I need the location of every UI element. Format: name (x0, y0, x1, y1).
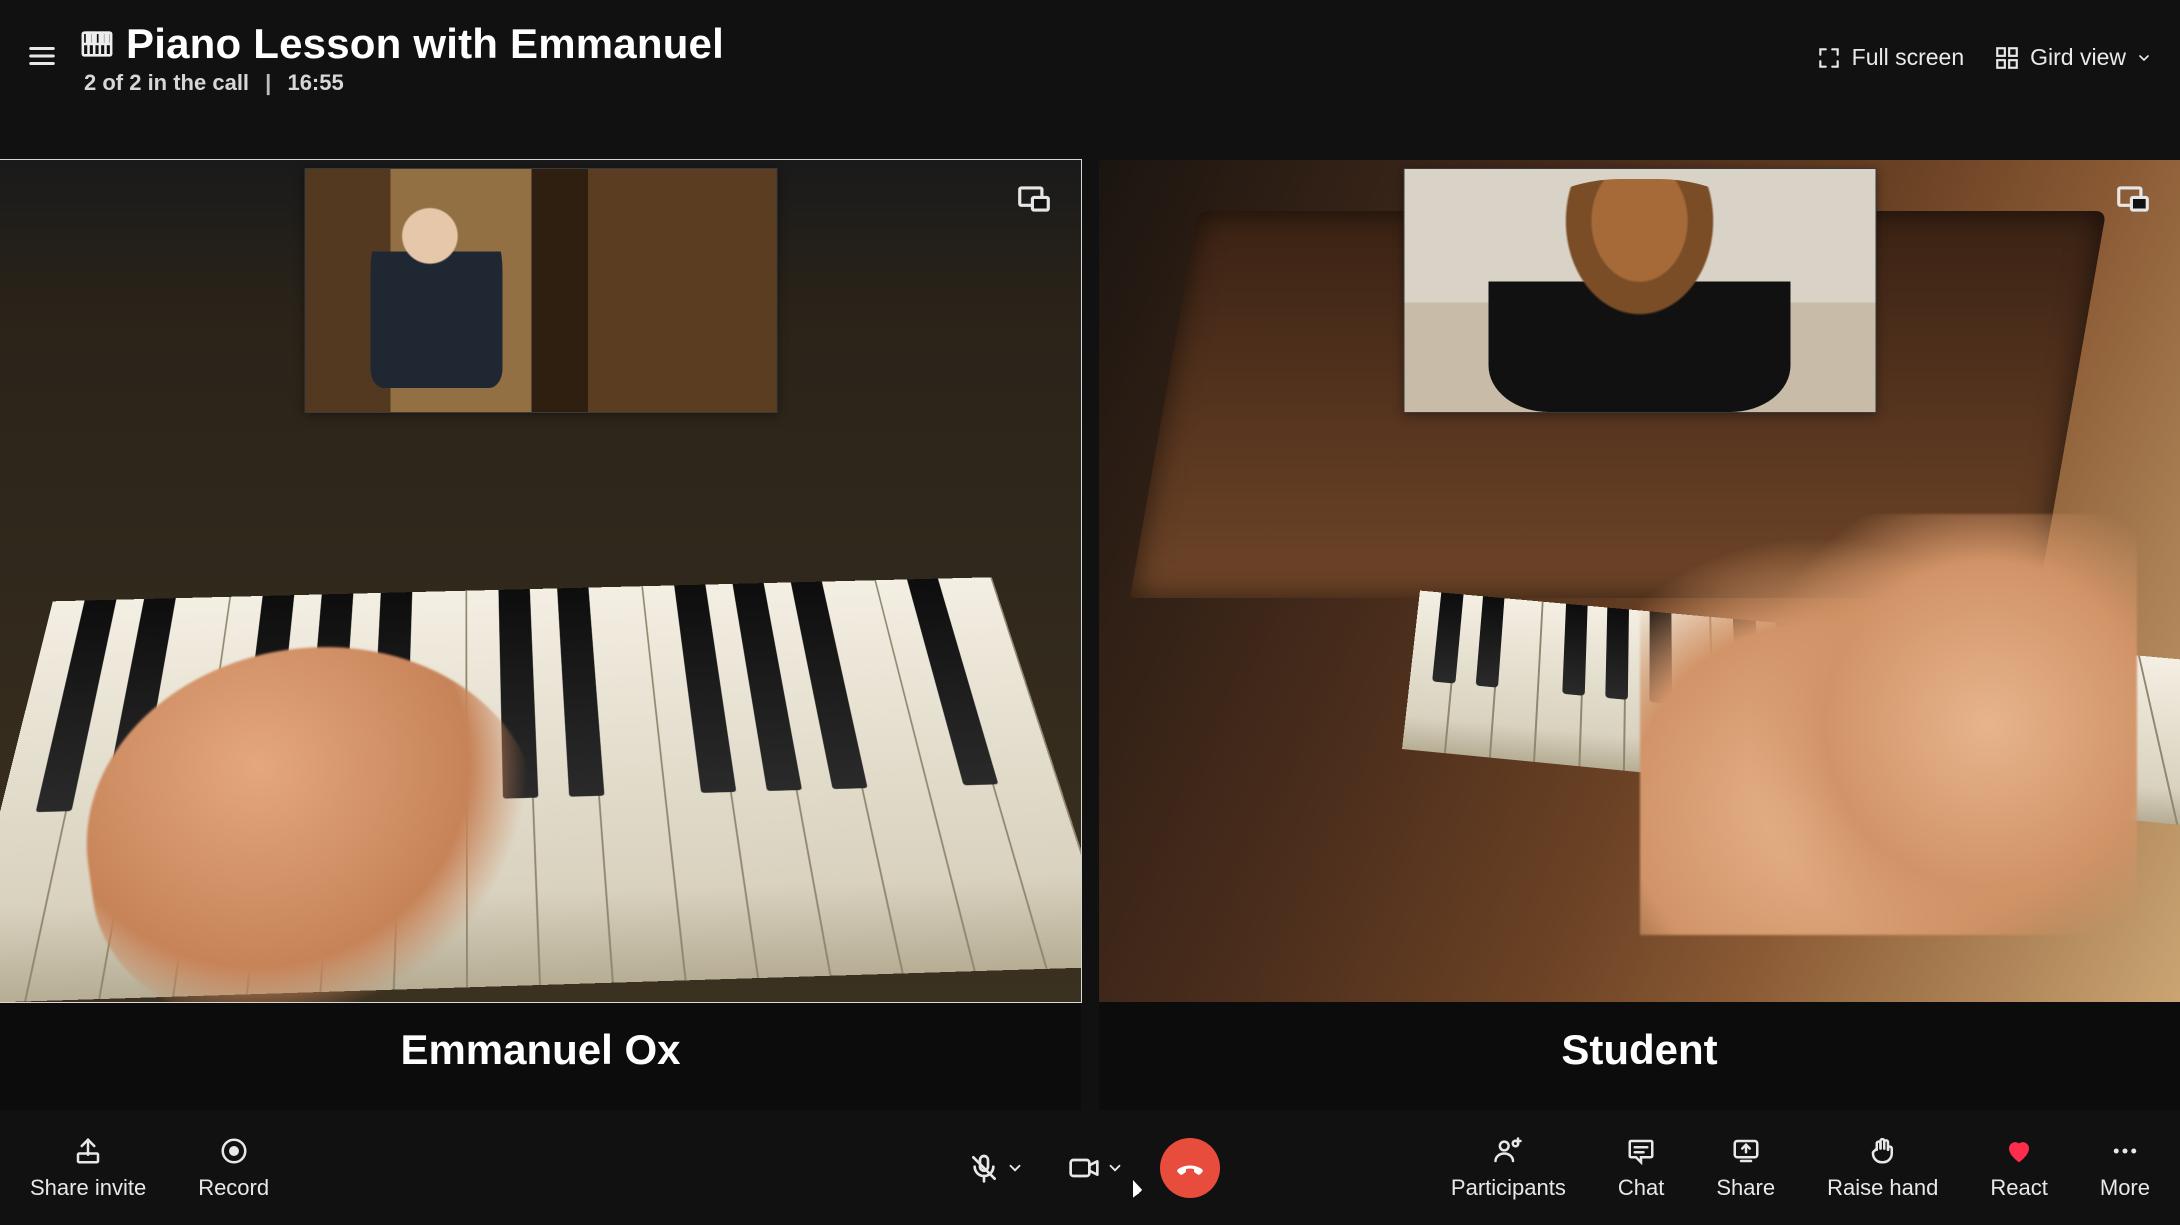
hamburger-icon (27, 41, 57, 71)
participant-name: Emmanuel Ox (0, 1002, 1081, 1110)
popout-icon (2114, 180, 2152, 218)
chat-label: Chat (1618, 1175, 1664, 1201)
header-actions: Full screen Gird view (1816, 44, 2152, 71)
camera-options-button[interactable] (1106, 1159, 1124, 1177)
raise-hand-button[interactable]: Raise hand (1827, 1135, 1938, 1201)
popout-button[interactable] (1015, 180, 1053, 218)
gridview-button[interactable]: Gird view (1994, 44, 2152, 71)
share-label: Share (1716, 1175, 1775, 1201)
record-button[interactable]: Record (198, 1135, 269, 1201)
camera-toggle-button[interactable] (1068, 1152, 1100, 1184)
mic-options-button[interactable] (1006, 1159, 1024, 1177)
participant-name: Student (1099, 1002, 2180, 1110)
call-duration: 16:55 (287, 70, 343, 95)
gridview-label: Gird view (2030, 44, 2126, 71)
popout-button[interactable] (2114, 180, 2152, 218)
separator: | (265, 70, 271, 95)
bottom-bar: Share invite Record (0, 1110, 2180, 1225)
mic-muted-icon (968, 1152, 1000, 1184)
video-main (0, 160, 1081, 1002)
share-invite-label: Share invite (30, 1175, 146, 1201)
mic-control (960, 1152, 1032, 1184)
menu-button[interactable] (18, 32, 66, 80)
camera-icon (1068, 1152, 1100, 1184)
share-invite-button[interactable]: Share invite (30, 1135, 146, 1201)
more-label: More (2100, 1175, 2150, 1201)
title-block: Piano Lesson with Emmanuel 2 of 2 in the… (80, 20, 724, 96)
hangup-icon (1175, 1153, 1205, 1183)
participants-icon (1493, 1136, 1523, 1166)
video-tile-emmanuel[interactable]: Emmanuel Ox (0, 160, 1081, 1110)
bottom-right-group: Participants Chat Share Raise hand React… (1451, 1135, 2150, 1201)
react-label: React (1990, 1175, 2047, 1201)
call-subtitle: 2 of 2 in the call | 16:55 (84, 70, 724, 96)
fullscreen-icon (1816, 45, 1842, 71)
participants-button[interactable]: Participants (1451, 1135, 1566, 1201)
hangup-button[interactable] (1160, 1138, 1220, 1198)
bottom-center-group (960, 1138, 1220, 1198)
chat-icon (1626, 1136, 1656, 1166)
camera-control (1060, 1152, 1132, 1184)
chat-button[interactable]: Chat (1618, 1135, 1664, 1201)
fullscreen-label: Full screen (1852, 44, 1964, 71)
hands (1640, 514, 2137, 935)
chevron-down-icon (1006, 1159, 1024, 1177)
video-grid: Emmanuel Ox Student (0, 160, 2180, 1110)
chevron-down-icon (2136, 50, 2152, 66)
share-screen-icon (1731, 1136, 1761, 1166)
fullscreen-button[interactable]: Full screen (1816, 44, 1964, 71)
grid-icon (1994, 45, 2020, 71)
popout-icon (1015, 180, 1053, 218)
share-button[interactable]: Share (1716, 1135, 1775, 1201)
mic-toggle-button[interactable] (968, 1152, 1000, 1184)
video-tile-student[interactable]: Student (1099, 160, 2180, 1110)
heart-icon (2004, 1136, 2034, 1166)
raise-hand-label: Raise hand (1827, 1175, 1938, 1201)
raise-hand-icon (1868, 1136, 1898, 1166)
piano-icon (80, 27, 114, 61)
more-icon (2110, 1136, 2140, 1166)
header: Piano Lesson with Emmanuel 2 of 2 in the… (0, 0, 2180, 115)
video-main (1099, 160, 2180, 1002)
record-label: Record (198, 1175, 269, 1201)
participants-label: Participants (1451, 1175, 1566, 1201)
record-icon (219, 1136, 249, 1166)
pip-student[interactable] (1403, 168, 1876, 413)
bottom-left-group: Share invite Record (30, 1135, 269, 1201)
pip-teacher[interactable] (304, 168, 777, 413)
participants-status: 2 of 2 in the call (84, 70, 249, 95)
call-title: Piano Lesson with Emmanuel (126, 20, 724, 68)
share-invite-icon (73, 1136, 103, 1166)
chevron-down-icon (1106, 1159, 1124, 1177)
more-button[interactable]: More (2100, 1135, 2150, 1201)
react-button[interactable]: React (1990, 1135, 2047, 1201)
